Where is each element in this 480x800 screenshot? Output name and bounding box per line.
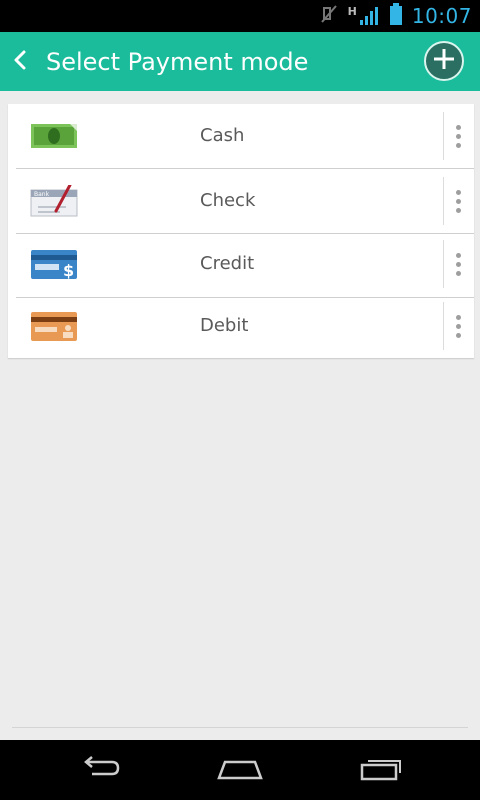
debit-card-icon — [30, 310, 78, 342]
app-bar: Select Payment mode — [0, 32, 480, 91]
signal-icon: H — [348, 5, 380, 27]
clock: 10:07 — [411, 4, 472, 28]
add-circle-icon — [432, 47, 456, 75]
mute-icon — [320, 4, 338, 28]
overflow-menu-icon[interactable] — [448, 304, 468, 348]
recent-apps-icon — [358, 755, 404, 785]
check-icon: Bank — [30, 183, 78, 217]
list-item-debit[interactable]: Debit — [8, 294, 474, 358]
divider — [443, 177, 444, 225]
cash-icon — [30, 120, 78, 152]
list-item-label: Debit — [200, 315, 249, 336]
list-item-label: Check — [200, 190, 256, 211]
divider — [443, 112, 444, 160]
page-title: Select Payment mode — [46, 47, 309, 76]
nav-back-button[interactable] — [70, 752, 130, 788]
navigation-bar — [0, 740, 480, 800]
chevron-left-icon — [13, 49, 27, 75]
add-payment-mode-button[interactable] — [424, 41, 464, 81]
home-icon — [215, 756, 265, 784]
overflow-menu-icon[interactable] — [448, 242, 468, 286]
overflow-menu-icon[interactable] — [448, 114, 468, 158]
list-item-credit[interactable]: $ Credit — [8, 232, 474, 296]
list-item-check[interactable]: Bank Check — [8, 169, 474, 233]
battery-icon — [389, 3, 402, 29]
list-item-cash[interactable]: Cash — [8, 104, 474, 168]
divider — [443, 240, 444, 288]
list-item-label: Cash — [200, 125, 245, 146]
nav-home-button[interactable] — [210, 752, 270, 788]
network-type-label: H — [347, 5, 357, 18]
back-icon — [78, 756, 122, 784]
divider — [443, 302, 444, 350]
overflow-menu-icon[interactable] — [448, 179, 468, 223]
payment-mode-list: Cash Bank Check $ Credit Debit — [8, 104, 474, 358]
status-bar: H 10:07 — [0, 0, 480, 32]
svg-text:$: $ — [63, 261, 74, 280]
check-bank-text: Bank — [34, 191, 50, 198]
divider — [12, 727, 468, 728]
credit-card-icon: $ — [30, 248, 78, 280]
list-item-label: Credit — [200, 253, 255, 274]
nav-recent-apps-button[interactable] — [351, 752, 411, 788]
back-button[interactable] — [0, 32, 40, 91]
